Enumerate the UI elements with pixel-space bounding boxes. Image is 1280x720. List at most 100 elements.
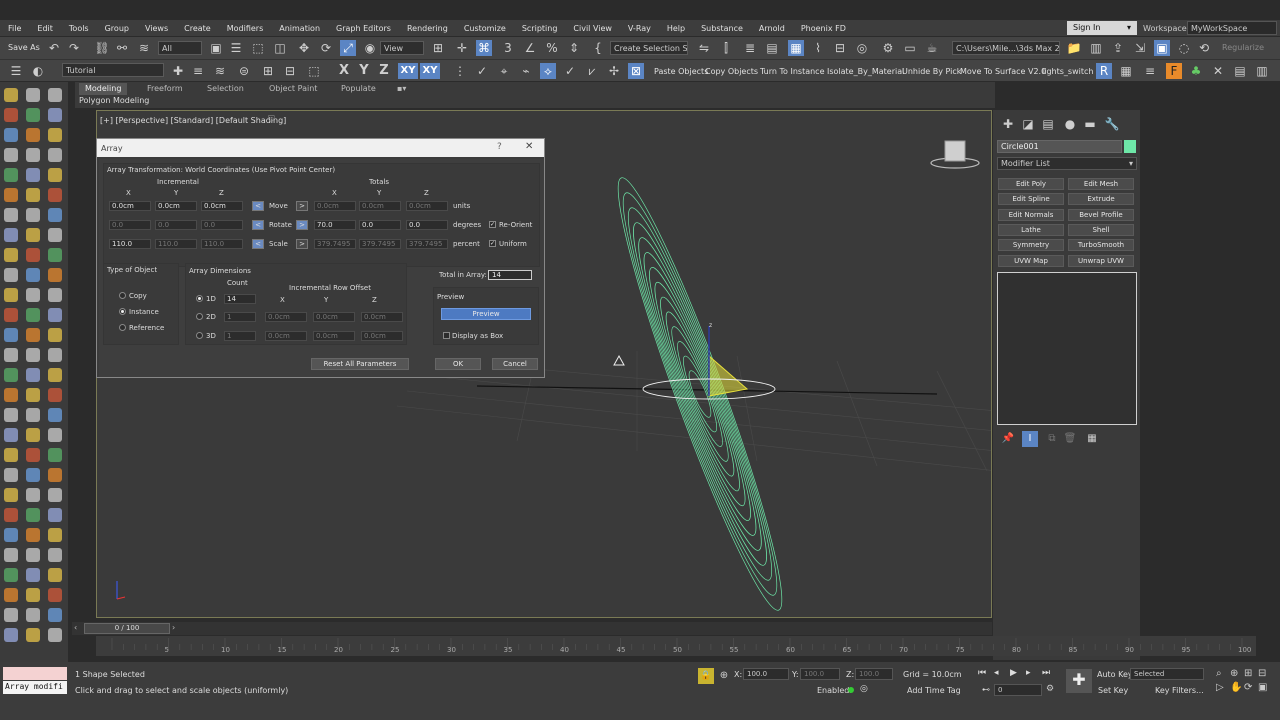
command-strip-tool-icon[interactable] — [4, 328, 18, 342]
modifier-button-bevel-profile[interactable]: Bevel Profile — [1068, 208, 1134, 221]
menu-item-views[interactable]: Views — [137, 24, 176, 33]
scale-totals-x-spinner[interactable]: 379.7495 — [314, 239, 356, 249]
command-strip-tool-icon[interactable] — [48, 288, 62, 302]
make-unique-icon[interactable]: ⧉ — [1044, 431, 1060, 447]
command-strip-tool-icon[interactable] — [48, 208, 62, 222]
add-time-tag-button[interactable]: Add Time Tag — [907, 686, 961, 695]
command-strip-tool-icon[interactable] — [4, 588, 18, 602]
ribbon-options-icon[interactable]: ▪▾ — [391, 83, 412, 95]
prev-key-icon[interactable]: ◂ — [994, 668, 999, 678]
modifier-button-uvw-map[interactable]: UVW Map — [998, 254, 1064, 267]
command-strip-tool-icon[interactable] — [4, 228, 18, 242]
modifier-button-edit-mesh[interactable]: Edit Mesh — [1068, 178, 1134, 190]
dialog-title-bar[interactable]: Array ? ✕ — [97, 139, 544, 157]
auto-key-button[interactable]: Auto Key — [1097, 670, 1133, 679]
command-strip-tool-icon[interactable] — [48, 468, 62, 482]
menu-item-rendering[interactable]: Rendering — [399, 24, 456, 33]
command-strip-tool-icon[interactable] — [48, 388, 62, 402]
menu-icon[interactable]: ☰ — [8, 63, 24, 79]
command-strip-tool-icon[interactable] — [4, 568, 18, 582]
command-strip-tool-icon[interactable] — [48, 108, 62, 122]
command-strip-tool-icon[interactable] — [48, 488, 62, 502]
command-strip-tool-icon[interactable] — [26, 148, 40, 162]
modifier-button-lathe[interactable]: Lathe — [998, 223, 1064, 236]
dim-2d-radio[interactable] — [196, 313, 203, 320]
scale-incremental-y-spinner[interactable]: 110.0 — [155, 239, 197, 249]
command-strip-tool-icon[interactable] — [26, 88, 40, 102]
command-strip-tool-icon[interactable] — [26, 448, 40, 462]
go-to-end-icon[interactable]: ⏭ — [1042, 668, 1050, 678]
workspace-select[interactable]: MyWorkSpace — [1187, 21, 1277, 35]
layer-explorer-icon[interactable]: ≣ — [742, 40, 758, 56]
script-button-4[interactable]: Unhide By Pick — [902, 67, 961, 76]
command-strip-tool-icon[interactable] — [48, 128, 62, 142]
script-button-2[interactable]: Turn To Instance — [760, 67, 825, 76]
command-strip-tool-icon[interactable] — [48, 368, 62, 382]
rotate-incremental-x-spinner[interactable]: 0.0 — [109, 220, 151, 230]
preview-button[interactable]: Preview — [441, 308, 531, 320]
set-key-button[interactable]: Set Key — [1098, 686, 1128, 695]
undo-icon[interactable]: ↶ — [46, 40, 62, 56]
create-tab-icon[interactable]: ✚ — [1000, 116, 1016, 132]
layer-manager-icon[interactable]: ⊜ — [236, 63, 252, 79]
enabled-indicator-icon[interactable] — [848, 687, 854, 693]
command-strip-tool-icon[interactable] — [4, 488, 18, 502]
rotate-option-checkbox[interactable]: ✓ — [489, 221, 496, 228]
snap-xy-icon[interactable]: ⊠ — [628, 63, 644, 79]
open-folder-icon[interactable]: 📁 — [1066, 40, 1082, 56]
forest-pack-icon[interactable]: F — [1166, 63, 1182, 79]
command-strip-tool-icon[interactable] — [48, 568, 62, 582]
select-object-icon[interactable]: ▣ — [208, 40, 224, 56]
add-to-layer-icon[interactable]: ≡ — [190, 63, 206, 79]
rotate-totals-x-spinner[interactable]: 70.0 — [314, 220, 356, 230]
command-strip-tool-icon[interactable] — [4, 208, 18, 222]
command-strip-tool-icon[interactable] — [26, 408, 40, 422]
command-strip-tool-icon[interactable] — [48, 628, 62, 642]
move-incremental-x-spinner[interactable]: 0.0cm — [109, 201, 151, 211]
snap-edge-icon[interactable]: ⌁ — [518, 63, 534, 79]
bind-spacewarp-icon[interactable]: ≋ — [136, 40, 152, 56]
command-strip-tool-icon[interactable] — [4, 468, 18, 482]
motion-tab-icon[interactable]: ● — [1062, 116, 1078, 132]
snap-grid-icon[interactable]: ⋮ — [452, 63, 468, 79]
command-strip-tool-icon[interactable] — [26, 568, 40, 582]
menu-item-substance[interactable]: Substance — [693, 24, 751, 33]
material-editor-icon[interactable]: ◎ — [854, 40, 870, 56]
time-slider-knob[interactable]: 0 / 100 — [84, 623, 170, 634]
key-mode-icon[interactable]: ⊷ — [982, 685, 990, 694]
maxscript-listener[interactable]: Array modifi — [3, 681, 67, 694]
maxscript-listener-top[interactable] — [3, 667, 67, 680]
dim-2d-count-spinner[interactable]: 1 — [224, 312, 256, 322]
command-strip-tool-icon[interactable] — [26, 388, 40, 402]
railclone-icon[interactable]: R — [1096, 63, 1112, 79]
snap-bbox-icon[interactable]: ⩗ — [584, 63, 600, 79]
command-strip-tool-icon[interactable] — [4, 348, 18, 362]
menu-item-group[interactable]: Group — [97, 24, 137, 33]
named-selection-select[interactable]: Create Selection Se — [610, 41, 688, 55]
command-strip-tool-icon[interactable] — [4, 148, 18, 162]
viewport-label[interactable]: [+] [Perspective] [Standard] [Default Sh… — [100, 116, 286, 125]
angle-snap-icon[interactable]: ∠ — [522, 40, 538, 56]
ribbon-toggle-icon[interactable]: ▦ — [788, 40, 804, 56]
dim-3d-offset-x-spinner[interactable]: 0.0cm — [265, 331, 307, 341]
rotate-totals-z-spinner[interactable]: 0.0 — [406, 220, 448, 230]
command-strip-tool-icon[interactable] — [26, 288, 40, 302]
sign-in-button[interactable]: Sign In ▾ — [1067, 21, 1137, 35]
command-strip-tool-icon[interactable] — [4, 268, 18, 282]
scale-incremental-z-spinner[interactable]: 110.0 — [201, 239, 243, 249]
align-grid-icon[interactable]: ⊟ — [282, 63, 298, 79]
command-strip-tool-icon[interactable] — [48, 408, 62, 422]
command-strip-tool-icon[interactable] — [4, 248, 18, 262]
scale-option-checkbox[interactable]: ✓ — [489, 240, 496, 247]
help-icon[interactable]: ◌ — [1176, 40, 1192, 56]
tree-icon[interactable]: ♣ — [1188, 63, 1204, 79]
command-strip-tool-icon[interactable] — [48, 348, 62, 362]
modifier-button-extrude[interactable]: Extrude — [1068, 193, 1134, 206]
selection-filter-select[interactable]: All — [158, 41, 202, 55]
command-strip-tool-icon[interactable] — [26, 268, 40, 282]
zoom-extents-icon[interactable]: ⊞ — [1244, 668, 1252, 679]
scatter-icon[interactable]: ▤ — [1232, 63, 1248, 79]
set-key-mode-icon[interactable]: ✚ — [1066, 669, 1092, 693]
command-strip-tool-icon[interactable] — [4, 128, 18, 142]
rotate-incremental-arrow-button[interactable]: < — [252, 220, 264, 230]
